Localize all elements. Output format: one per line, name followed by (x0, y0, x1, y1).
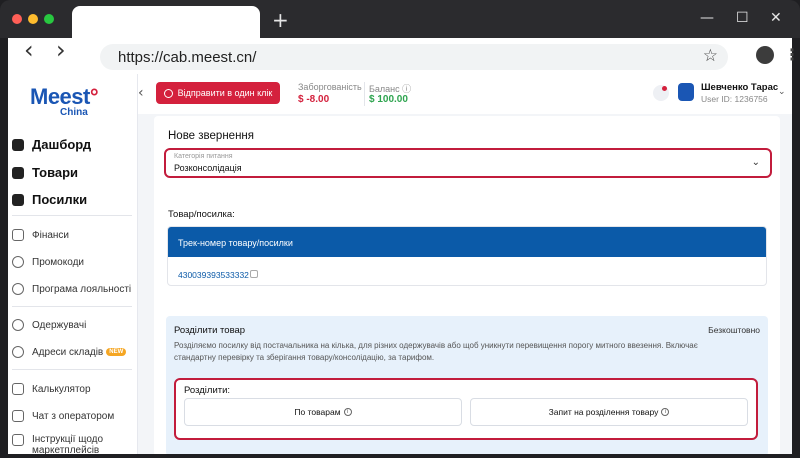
balance-value: $ 100.00 (369, 94, 408, 105)
notification-dot (662, 86, 667, 91)
calculator-icon (12, 383, 24, 395)
logo-mark: ° (89, 84, 99, 109)
sidebar-item-loyalty[interactable]: Програма лояльності (12, 283, 131, 295)
track-table: Трек-номер товару/посилки 43003939353333… (167, 226, 767, 286)
sidebar-item-chat[interactable]: Чат з оператором (12, 410, 114, 422)
split-price: Безкоштовно (708, 325, 760, 335)
category-label: Категорія питання (174, 153, 233, 160)
box-icon (12, 166, 24, 179)
sidebar-item-dashboard[interactable]: Дашборд (12, 137, 91, 152)
new-tab-button[interactable]: + (272, 10, 289, 30)
user-avatar-icon[interactable] (678, 83, 694, 101)
split-options-box: Розділити: По товарам i Запит на розділе… (174, 378, 758, 440)
browser-tab[interactable] (72, 6, 260, 40)
location-icon (12, 346, 24, 358)
back-button[interactable]: ‹ (24, 38, 34, 62)
new-request-card: Нове звернення Категорія питання Розконс… (154, 116, 780, 454)
split-request-button[interactable]: Запит на розділення товару i (470, 398, 748, 426)
percent-icon (12, 256, 24, 268)
sidebar-item-parcels[interactable]: Посилки (12, 192, 87, 207)
sidebar-divider (12, 215, 132, 216)
zoom-window-dot[interactable] (44, 14, 54, 24)
chevron-down-icon: ⌄ (751, 157, 760, 168)
profile-icon[interactable] (756, 46, 774, 64)
sidebar: Meest° China Дашборд Товари Посилки Фіна… (8, 74, 138, 454)
forward-button[interactable]: › (56, 38, 66, 62)
category-value: Розконсолідація (174, 163, 242, 173)
loyalty-icon (12, 283, 24, 295)
address-bar: ‹ › https://cab.meest.cn/ ☆ ⋮ (8, 38, 800, 74)
sidebar-item-label: Дашборд (32, 137, 92, 152)
split-description: Розділяємо посилку від постачальника на … (174, 341, 698, 362)
category-select[interactable]: Категорія питання Розконсолідація ⌄ (164, 148, 772, 178)
track-number-link[interactable]: 430039393533332 (178, 270, 249, 280)
doc-icon (12, 434, 24, 446)
page-title: Нове звернення (168, 130, 254, 142)
url-field[interactable]: https://cab.meest.cn/ ☆ (100, 44, 728, 70)
option-label: Запит на розділення товару (548, 407, 659, 417)
sidebar-item-label: Фінанси (32, 229, 70, 241)
option-label: По товарам (294, 407, 341, 417)
sidebar-item-warehouses[interactable]: Адреси складів NEW (12, 346, 127, 358)
app-area: Meest° China Дашборд Товари Посилки Фіна… (8, 74, 792, 454)
browser-window: + — ☐ ✕ ‹ › https://cab.meest.cn/ ☆ ⋮ Me… (0, 0, 800, 458)
info-icon[interactable]: i (343, 408, 352, 416)
browser-menu-icon[interactable]: ⋮ (784, 45, 800, 64)
package-icon (12, 193, 24, 206)
header-divider (364, 82, 365, 106)
meest-logo[interactable]: Meest° China (30, 84, 99, 118)
close-button[interactable]: ✕ (770, 10, 782, 26)
copy-icon[interactable] (250, 270, 258, 278)
send-button-label: Відправити в один клік (177, 88, 273, 98)
sidebar-item-label: Адреси складів (32, 346, 104, 358)
split-goods-panel: Розділити товар Безкоштовно Розділяємо п… (166, 316, 768, 454)
user-name[interactable]: Шевченко Тарас (701, 82, 778, 93)
sidebar-item-label: Чат з оператором (32, 410, 115, 422)
sidebar-item-label: Одержувачі (32, 319, 87, 331)
bookmark-star-icon[interactable]: ☆ (703, 46, 718, 66)
user-id: User ID: 1236756 (701, 94, 768, 104)
debt-value: $ -8.00 (298, 94, 330, 105)
new-badge: NEW (106, 348, 127, 356)
sidebar-divider (12, 306, 132, 307)
info-icon[interactable]: i (661, 408, 670, 416)
wallet-icon (12, 229, 24, 241)
sidebar-item-recipients[interactable]: Одержувачі (12, 319, 86, 331)
user-menu-chevron-icon[interactable]: ⌄ (778, 86, 786, 97)
sidebar-item-label: Інструкції щодо маркетплейсів (32, 434, 104, 454)
send-icon (163, 88, 173, 98)
send-one-click-button[interactable]: Відправити в один клік (156, 82, 280, 104)
minimize-button[interactable]: — (700, 10, 714, 26)
sidebar-item-label: Посилки (32, 192, 88, 207)
sidebar-item-label: Калькулятор (32, 383, 91, 395)
collapse-sidebar-button[interactable]: ‹ (138, 85, 144, 101)
debt-label: Заборгованість (298, 82, 362, 92)
sidebar-item-instructions[interactable]: Інструкції щодо маркетплейсів (12, 434, 122, 454)
table-header: Трек-номер товару/посилки (168, 227, 766, 257)
notification-bell-icon[interactable] (653, 85, 669, 101)
url-text: https://cab.meest.cn/ (118, 49, 257, 66)
sidebar-item-label: Програма лояльності (32, 283, 132, 295)
sidebar-item-finance[interactable]: Фінанси (12, 229, 69, 241)
sidebar-item-promocodes[interactable]: Промокоди (12, 256, 84, 268)
title-bar: + — ☐ ✕ (0, 0, 800, 40)
split-by-goods-button[interactable]: По товарам i (184, 398, 462, 426)
split-options-label: Розділити: (184, 385, 231, 396)
goods-section-title: Товар/посилка: (168, 209, 235, 220)
sidebar-item-calculator[interactable]: Калькулятор (12, 383, 91, 395)
minimize-window-dot[interactable] (28, 14, 38, 24)
logo-text: Meest (30, 84, 90, 109)
dashboard-icon (12, 138, 24, 151)
sidebar-item-label: Товари (32, 165, 79, 180)
chat-icon (12, 410, 24, 422)
split-title: Розділити товар (174, 325, 246, 336)
sidebar-item-label: Промокоди (32, 256, 84, 268)
app-header: ‹ Відправити в один клік Заборгованість … (138, 74, 792, 114)
maximize-button[interactable]: ☐ (736, 10, 749, 26)
users-icon (12, 319, 24, 331)
close-window-dot[interactable] (12, 14, 22, 24)
sidebar-item-goods[interactable]: Товари (12, 165, 78, 180)
sidebar-divider (12, 369, 132, 370)
